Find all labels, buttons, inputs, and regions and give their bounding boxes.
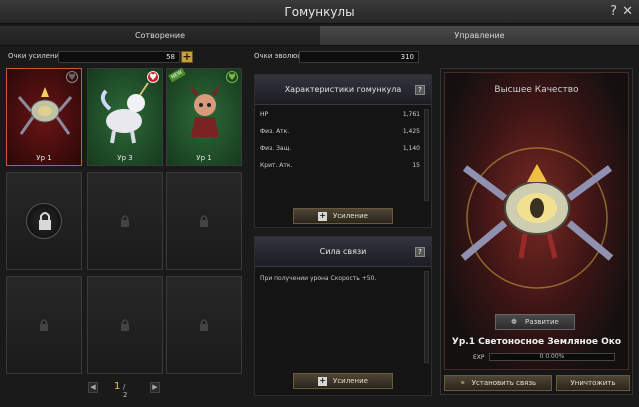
stat-row-crit-atk: Крит. Атк. 15 [260,162,420,172]
stats-help-button[interactable]: ? [415,85,425,95]
upgrade-points-row: Очки усиления 58 + [8,51,193,63]
bond-upgrade-button[interactable]: + Усиление [293,373,393,389]
set-bond-label: Установить связь [471,379,537,387]
evolution-points-row: Очки эволюции 310 [254,51,424,63]
bond-title: Сила связи ? [255,237,431,267]
stats-scrollbar[interactable] [424,109,429,201]
lock-icon [26,203,62,239]
lock-icon [200,215,208,227]
current-page: 1 [114,381,121,392]
set-bond-button[interactable]: ⚭ Установить связь [444,375,552,391]
stat-row-hp: HP 1,761 [260,111,420,121]
lock-icon [121,319,129,331]
homunculus-slot-2[interactable]: ♥ Ур 3 [87,68,163,166]
locked-slot[interactable] [6,276,82,374]
total-pages: / 2 [123,383,128,399]
preview-panel: Высшее Качество ❁ Развитие Ур.1 Светоносн… [440,68,633,395]
upgrade-label: Усиление [333,377,368,385]
upgrade-label: Усиление [333,212,368,220]
destroy-label: Уничтожить [570,379,616,387]
window-title: Гомункулы [284,5,355,19]
stat-value: 1,425 [402,128,420,135]
stat-value: 1,761 [402,111,420,118]
eye-creature-icon [17,87,73,135]
next-page-button[interactable]: ▶ [150,382,160,393]
stat-label: Физ. Защ. [260,145,292,152]
homunculus-grid: ♥ Ур 1 ♥ Ур 3 NEW ♥ Ур 1 [6,67,246,378]
lock-icon [121,215,129,227]
locked-slot[interactable] [166,276,242,374]
stats-title-text: Характеристики гомункула [284,85,402,94]
stat-label: HP [260,111,269,118]
evolve-label: Развитие [525,318,559,326]
slot-level: Ур 1 [196,154,212,162]
bond-section: Сила связи ? При получении урона Скорост… [254,236,432,396]
stat-label: Крит. Атк. [260,162,293,169]
title-bar: Гомункулы ? ✕ [0,0,639,24]
slot-level: Ур 1 [36,154,52,162]
exp-text: 0 0.00% [539,353,565,360]
locked-slot[interactable] [87,276,163,374]
locked-slot[interactable] [87,172,163,270]
homunculus-preview: Высшее Качество ❁ Развитие Ур.1 Светоносн… [444,72,629,370]
plus-icon: + [318,375,328,386]
evolution-points-value: 310 [299,51,419,63]
evolve-button[interactable]: ❁ Развитие [495,314,575,330]
add-upgrade-points-button[interactable]: + [181,51,193,63]
stat-row-phys-atk: Физ. Атк. 1,425 [260,128,420,138]
tab-bar: Сотворение Управление [0,26,639,46]
stats-title: Характеристики гомункула ? [255,75,431,105]
prev-page-button[interactable]: ◀ [88,382,98,393]
homunculus-slot-3[interactable]: NEW ♥ Ур 1 [166,67,242,166]
homunculus-slot-1[interactable]: ♥ Ур 1 [6,68,82,166]
bond-help-button[interactable]: ? [415,247,425,257]
stat-value: 1,140 [402,145,420,152]
unicorn-creature-icon [100,82,149,144]
slot-level: Ур 3 [117,154,133,162]
help-icon[interactable]: ? [610,4,617,19]
plus-icon: + [318,210,328,221]
stat-row-phys-def: Физ. Защ. 1,140 [260,145,420,155]
locked-slot[interactable] [6,172,82,270]
bond-title-text: Сила связи [319,247,367,256]
stat-label: Физ. Атк. [260,128,290,135]
exp-label: EXP [473,354,485,361]
quality-label: Высшее Качество [494,85,579,95]
stat-value: 15 [412,162,420,169]
exp-bar: 0 0.00% [489,353,615,361]
tab-management[interactable]: Управление [320,26,639,46]
upgrade-points-value: 58 [58,51,180,63]
destroy-button[interactable]: Уничтожить [556,375,630,391]
homunculus-name: Ур.1 Светоносное Земляное Око [451,337,622,347]
imp-creature-icon [189,85,221,137]
tab-creation[interactable]: Сотворение [0,26,320,46]
eye-creature-portrait [460,147,614,289]
upgrade-points-label: Очки усиления [8,52,64,60]
close-icon[interactable]: ✕ [622,4,633,19]
bond-description: При получении урона Скорость +50. [260,275,377,282]
stats-upgrade-button[interactable]: + Усиление [293,208,393,224]
bond-scrollbar[interactable] [424,271,429,363]
lock-icon [200,319,208,331]
bond-icon: ⚭ [459,379,466,387]
stats-section: Характеристики гомункула ? HP 1,761 Физ.… [254,74,432,228]
evolve-icon: ❁ [511,318,518,326]
locked-slot[interactable] [166,172,242,270]
lock-icon [40,319,48,331]
